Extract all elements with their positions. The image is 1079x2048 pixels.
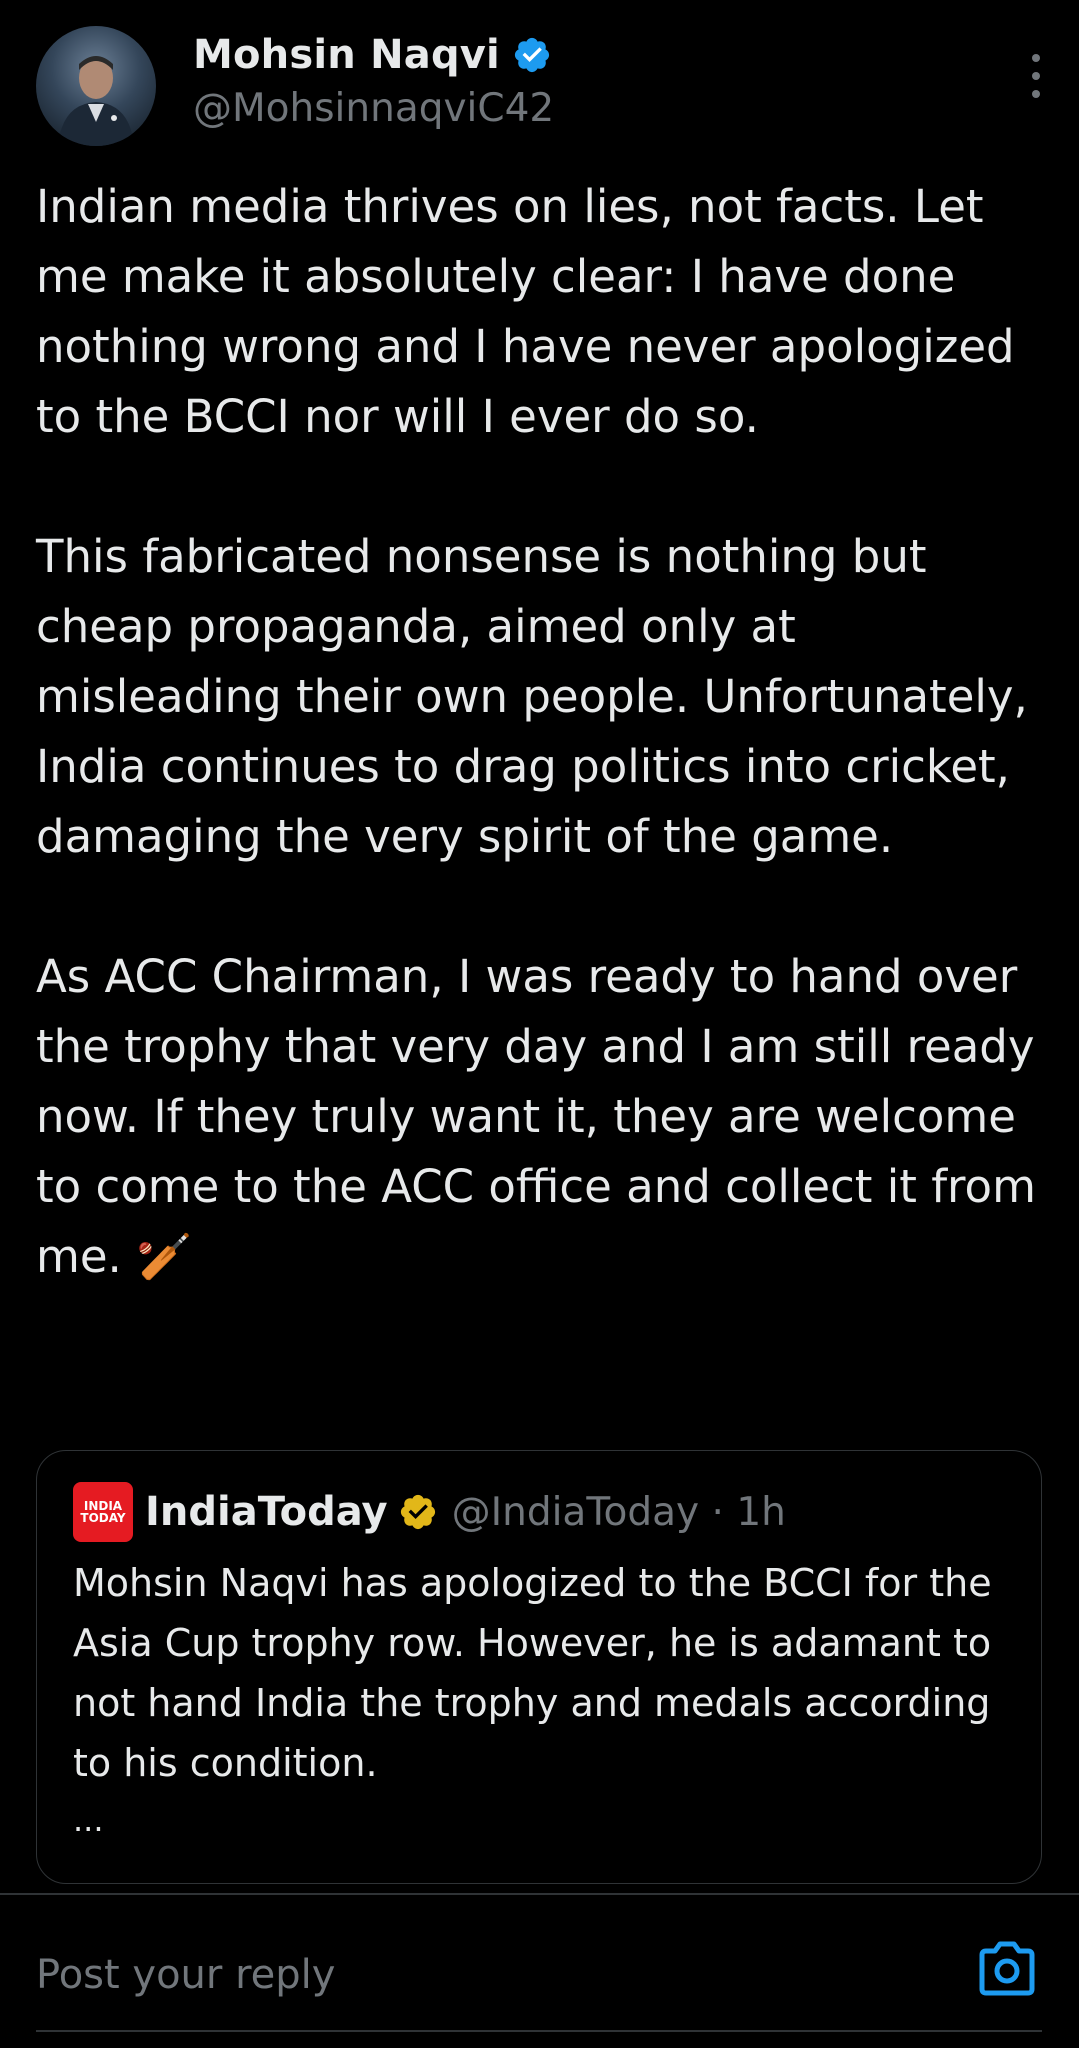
- name-row: Mohsin Naqvi: [193, 28, 552, 82]
- quoted-ellipsis: ...: [73, 1801, 104, 1839]
- quoted-handle-time: @IndiaToday · 1h: [451, 1489, 786, 1535]
- reply-input[interactable]: [36, 1940, 936, 2010]
- more-options-icon[interactable]: [1026, 52, 1046, 100]
- bottom-divider: [36, 2030, 1042, 2032]
- quoted-display-name: IndiaToday: [145, 1489, 388, 1535]
- tweet-text: Indian media thrives on lies, not facts.…: [36, 180, 1036, 1283]
- india-today-logo: INDIA TODAY: [73, 1482, 133, 1542]
- logo-line-2: TODAY: [80, 1511, 126, 1525]
- verified-gold-badge-icon: [400, 1494, 435, 1530]
- person-photo-icon: [58, 56, 134, 146]
- avatar[interactable]: [36, 26, 156, 146]
- quoted-tweet-text: Mohsin Naqvi has apologized to the BCCI …: [73, 1561, 992, 1785]
- display-name[interactable]: Mohsin Naqvi: [193, 32, 500, 78]
- tweet-header: Mohsin Naqvi @MohsinnaqviC42: [36, 26, 1046, 146]
- verified-badge-icon: [514, 37, 550, 73]
- divider: [0, 1893, 1079, 1895]
- quoted-tweet[interactable]: INDIA TODAY IndiaToday @IndiaToday · 1h …: [36, 1450, 1042, 1884]
- quoted-tweet-header: INDIA TODAY IndiaToday @IndiaToday · 1h: [73, 1481, 786, 1543]
- camera-icon[interactable]: [976, 1941, 1038, 1997]
- author-handle[interactable]: @MohsinnaqviC42: [193, 86, 554, 131]
